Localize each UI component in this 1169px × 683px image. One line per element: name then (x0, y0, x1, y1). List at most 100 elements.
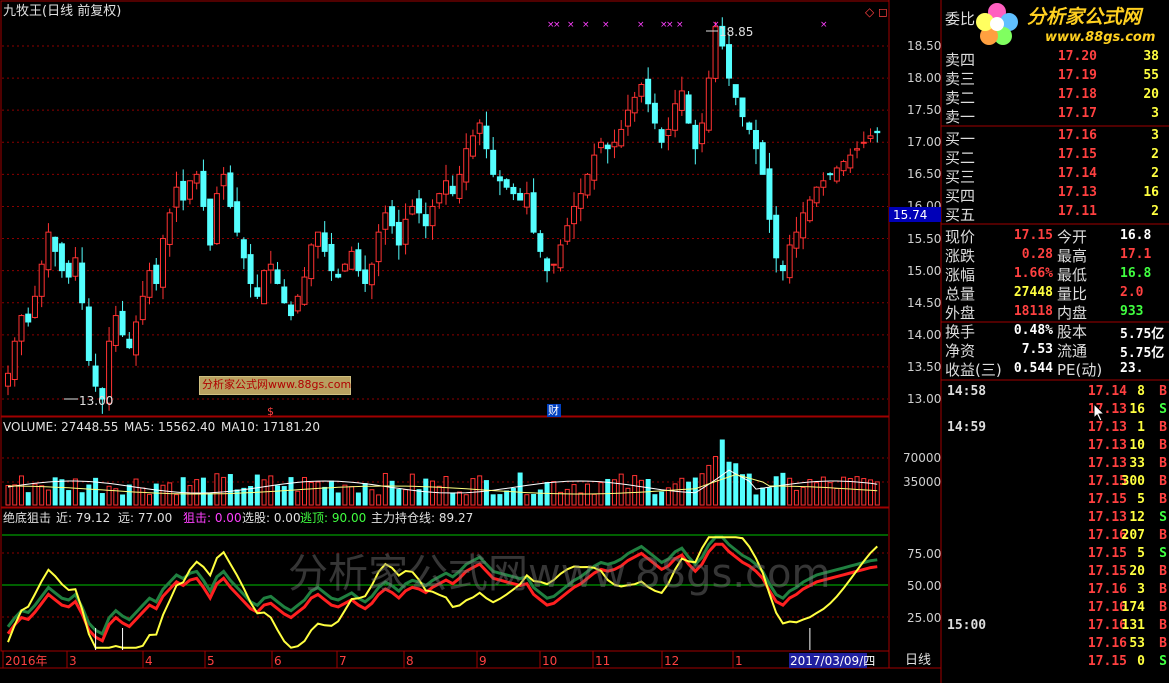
volume-bar (659, 491, 665, 506)
candle-body (456, 173, 463, 199)
date-axis-label: 11 (595, 654, 611, 668)
candle-body (335, 273, 342, 278)
tick-row[interactable]: 17.13 33 B (945, 456, 1169, 474)
price-axis-label: 15.50 (907, 231, 942, 246)
tick-row[interactable]: 15:00 17.16 131 B (945, 618, 1169, 636)
volume-bar (632, 475, 638, 506)
volume-bar (86, 484, 92, 506)
tick-flag: B (1159, 474, 1167, 489)
quote-label-2: 股本 (1057, 323, 1088, 341)
volume-bar (214, 473, 220, 506)
candle-body (11, 340, 18, 380)
signal-mark: × (567, 20, 575, 30)
ask-row[interactable]: 卖三 17.19 55 (945, 68, 1169, 88)
tick-row[interactable]: 17.15 5 B (945, 492, 1169, 510)
orderbook-price: 17.17 (1057, 106, 1097, 121)
candle-body (166, 212, 173, 245)
candle-body (618, 128, 625, 147)
price-axis-label: 14.50 (907, 295, 942, 310)
candle-body (550, 263, 557, 266)
candle-body (254, 287, 261, 297)
volume-bar (739, 474, 745, 506)
volume-bar (328, 480, 334, 506)
tick-row[interactable]: 17.13 12 S (945, 510, 1169, 528)
tick-row[interactable]: 17.15 5 S (945, 546, 1169, 564)
tick-row[interactable]: 17.15 0 S (945, 654, 1169, 672)
ask-row[interactable]: 卖二 17.18 20 (945, 87, 1169, 107)
quote-value: 1.66% (1013, 266, 1053, 281)
tick-row[interactable]: 17.16 53 B (945, 636, 1169, 654)
orderbook-level-label: 买五 (945, 206, 976, 224)
tick-flag: B (1159, 492, 1167, 507)
volume-bar (814, 482, 820, 506)
candle-body (31, 295, 38, 318)
candle-body (860, 141, 867, 144)
candle-body (476, 122, 483, 134)
volume-bar (275, 485, 281, 506)
indicator-hold: 主力持仓线: 89.27 (371, 511, 474, 525)
tick-flag: S (1159, 546, 1167, 561)
quote-value: 7.53 (1021, 342, 1053, 357)
volume-bar (72, 478, 78, 506)
candle-body (496, 176, 503, 182)
candle-body (355, 249, 362, 272)
candle-body (732, 84, 739, 98)
date-axis-label: 7 (339, 654, 347, 668)
candle-body (523, 193, 530, 208)
tick-row[interactable]: 17.13 16 S (945, 402, 1169, 420)
tick-row[interactable]: 17.16 3 B (945, 582, 1169, 600)
tick-price: 17.16 (1087, 582, 1127, 597)
bid-row[interactable]: 买五 17.11 2 (945, 204, 1169, 224)
quote-label: 涨跌 (945, 247, 976, 265)
candle-body (112, 315, 119, 346)
period-label[interactable]: 日线 (905, 654, 931, 668)
bid-row[interactable]: 买三 17.14 2 (945, 166, 1169, 186)
candle-body (119, 310, 126, 336)
logo-area: 分析家公式网 www.88gs.com (945, 0, 1169, 50)
tick-volume: 20 (1129, 564, 1145, 579)
candle-body (806, 199, 813, 222)
volume-bar (827, 482, 833, 506)
tick-row[interactable]: 17.16 174 B (945, 600, 1169, 618)
quote-label-2: 最低 (1057, 266, 1088, 284)
quote-label: 换手 (945, 323, 976, 341)
candle-body (779, 265, 786, 272)
orderbook-level-label: 买三 (945, 168, 976, 186)
volume-axis-high: 70000 (903, 451, 942, 465)
ask-row[interactable]: 卖一 17.17 3 (945, 106, 1169, 126)
volume-bar (18, 475, 24, 506)
volume-bar (537, 489, 543, 506)
bid-row[interactable]: 买一 17.16 3 (945, 128, 1169, 148)
candle-body (867, 135, 874, 139)
tick-price: 17.15 (1087, 654, 1127, 669)
date-axis-label: 9 (479, 654, 487, 668)
date-axis-label: 8 (406, 654, 414, 668)
volume-bar (207, 492, 213, 506)
candle-body (153, 264, 160, 284)
tick-row[interactable]: 17.15 20 B (945, 564, 1169, 582)
candle-body (247, 254, 254, 284)
tick-row[interactable]: 17.15 300 B (945, 474, 1169, 492)
volume-bar (450, 492, 456, 506)
bid-row[interactable]: 买四 17.13 16 (945, 185, 1169, 205)
tick-row[interactable]: 14:59 17.13 1 B (945, 420, 1169, 438)
ask-row[interactable]: 卖四 17.20 38 (945, 49, 1169, 69)
quote-label: 收益(三) (945, 361, 1002, 379)
signal-mark: × (637, 20, 645, 30)
finance-mark[interactable]: 财 (548, 404, 559, 418)
price-axis-label: 16.50 (907, 167, 942, 182)
dividend-mark[interactable]: $ (267, 405, 274, 419)
orderbook-volume: 55 (1143, 68, 1159, 83)
diamond-icon[interactable]: ◇ ◻ (865, 5, 888, 19)
candle-body (92, 365, 99, 387)
tick-row[interactable]: 14:58 17.14 8 B (945, 384, 1169, 402)
bid-row[interactable]: 买二 17.15 2 (945, 147, 1169, 167)
tick-row[interactable]: 17.13 10 B (945, 438, 1169, 456)
indicator-name: 绝底狙击 (3, 511, 52, 525)
orderbook-volume: 16 (1143, 185, 1159, 200)
candle-body (18, 315, 25, 342)
candle-body (820, 180, 827, 188)
logo-title: 分析家公式网 (1027, 6, 1142, 28)
tick-row[interactable]: 17.16 207 B (945, 528, 1169, 546)
volume-bar (524, 494, 530, 506)
